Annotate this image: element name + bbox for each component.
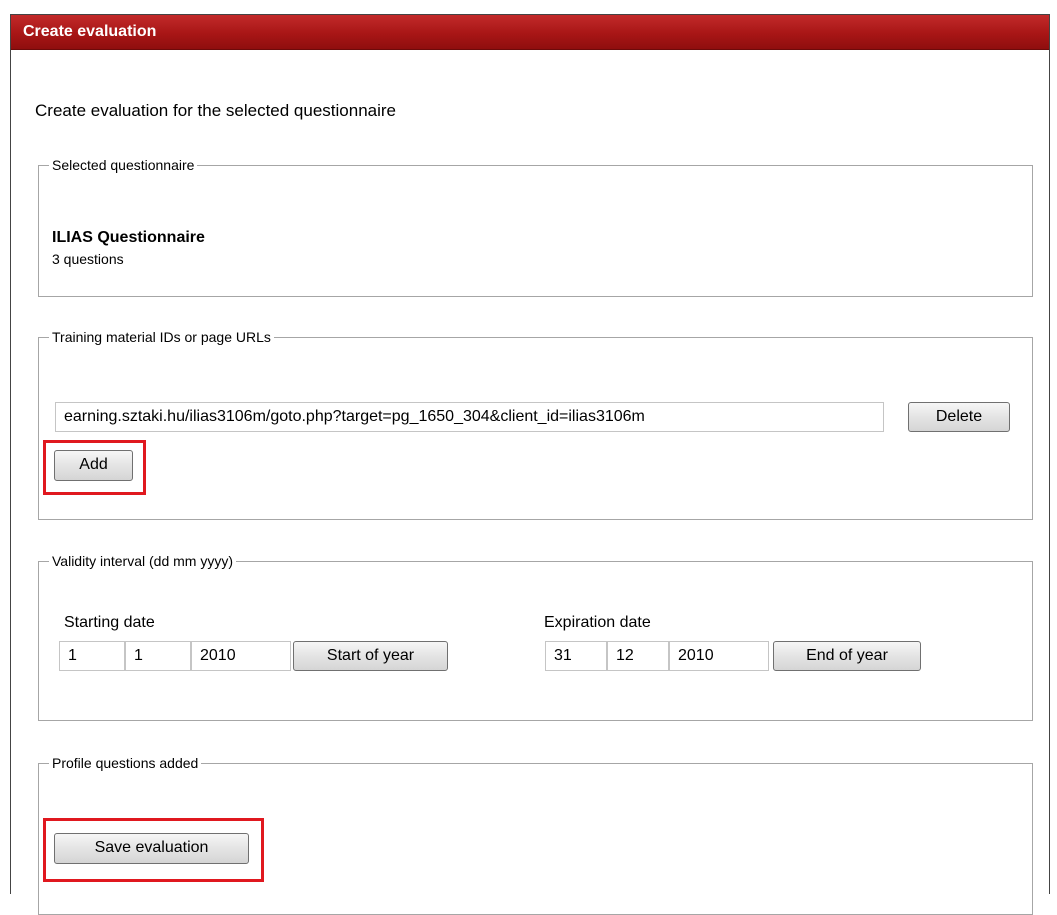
profile-questions-group: Profile questions added Save evaluation <box>38 755 1033 915</box>
panel-titlebar: Create evaluation <box>11 15 1049 50</box>
starting-date-label: Starting date <box>64 614 155 631</box>
start-day-input[interactable]: 1 <box>59 641 125 671</box>
end-of-year-button[interactable]: End of year <box>773 641 921 671</box>
expiration-date-label: Expiration date <box>544 614 651 631</box>
profile-questions-legend: Profile questions added <box>52 755 199 771</box>
end-year-input[interactable]: 2010 <box>669 641 769 671</box>
selected-questionnaire-group: Selected questionnaire ILIAS Questionnai… <box>38 157 1033 297</box>
validity-interval-group: Validity interval (dd mm yyyy) Starting … <box>38 553 1033 721</box>
panel-title: Create evaluation <box>23 23 157 40</box>
start-of-year-button[interactable]: Start of year <box>293 641 448 671</box>
training-material-legend: Training material IDs or page URLs <box>52 329 271 345</box>
start-month-input[interactable]: 1 <box>125 641 191 671</box>
questionnaire-name: ILIAS Questionnaire <box>52 229 205 246</box>
end-month-input[interactable]: 12 <box>607 641 669 671</box>
questionnaire-question-count: 3 questions <box>52 251 124 267</box>
start-year-input[interactable]: 2010 <box>191 641 291 671</box>
validity-interval-legend: Validity interval (dd mm yyyy) <box>52 553 234 569</box>
delete-button[interactable]: Delete <box>908 402 1010 432</box>
add-button[interactable]: Add <box>54 450 133 481</box>
selected-questionnaire-legend: Selected questionnaire <box>52 157 195 173</box>
intro-text: Create evaluation for the selected quest… <box>35 101 397 120</box>
end-day-input[interactable]: 31 <box>545 641 607 671</box>
save-evaluation-button[interactable]: Save evaluation <box>54 833 249 864</box>
training-material-group: Training material IDs or page URLs earni… <box>38 329 1033 520</box>
material-url-input[interactable]: earning.sztaki.hu/ilias3106m/goto.php?ta… <box>55 402 884 432</box>
create-evaluation-panel: Create evaluation Create evaluation for … <box>10 14 1050 915</box>
